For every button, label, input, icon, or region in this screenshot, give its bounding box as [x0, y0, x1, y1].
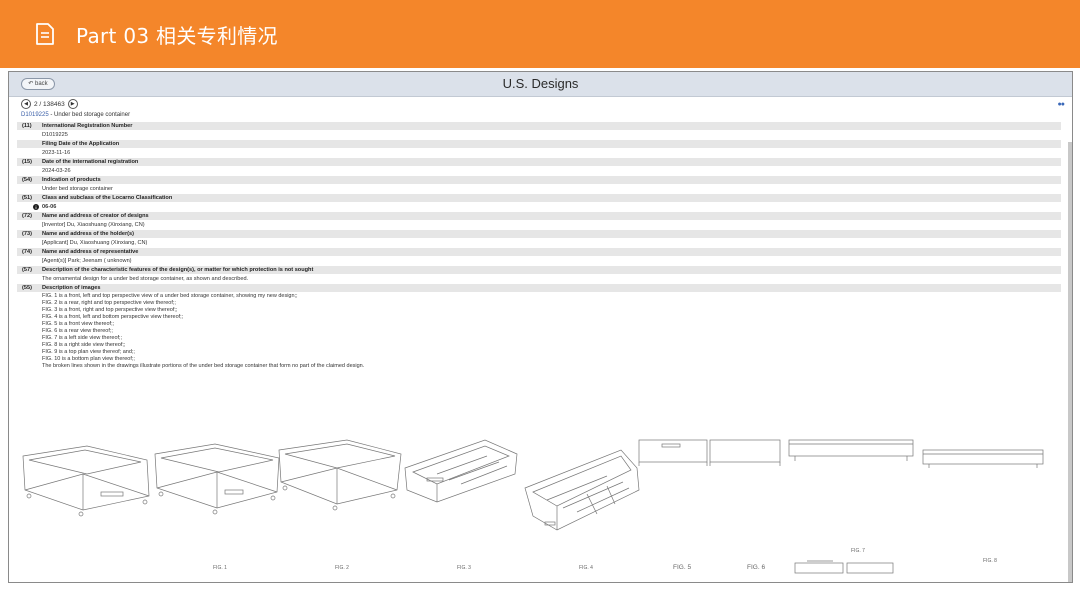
document-id-link[interactable]: D1019225	[21, 112, 49, 118]
field-registration-number: (11) International Registration Number D1…	[17, 122, 1061, 140]
figures-drawing	[22, 439, 1044, 574]
field-value: 2024-03-26	[42, 168, 71, 174]
scrollbar[interactable]	[1068, 142, 1072, 582]
field-label: Description of images	[42, 285, 101, 291]
fig-3-drawing	[278, 439, 402, 511]
viewer-header: ↶ back U.S. Designs	[9, 72, 1072, 97]
field-value: [Agent(s)] Park; Jeenam ( unknown)	[42, 258, 132, 264]
figure-label: FIG. 3	[457, 565, 471, 571]
field-label: International Registration Number	[42, 123, 133, 129]
field-code: (55)	[22, 285, 32, 291]
image-description-line: FIG. 2 is a rear, right and top perspect…	[42, 300, 176, 306]
fig-1-drawing	[22, 445, 150, 517]
figure-label: FIG. 7	[851, 548, 865, 554]
image-description-line: FIG. 4 is a front, left and bottom persp…	[42, 314, 184, 320]
chevron-right-icon[interactable]: ▶	[67, 99, 78, 109]
fig-2-drawing	[154, 443, 280, 515]
field-description-of-images: (55) Description of images FIG. 1 is a fr…	[17, 284, 1061, 370]
field-value: 2023-11-16	[42, 150, 71, 156]
field-value: The ornamental design for a under bed st…	[42, 276, 249, 282]
image-description-line: FIG. 3 is a front, right and top perspec…	[42, 307, 178, 313]
pager-text: 2 / 138463	[34, 100, 65, 108]
image-description-line: The broken lines shown in the drawings i…	[42, 363, 365, 369]
field-creator: (72) Name and address of creator of desig…	[17, 212, 1061, 230]
section-title: Part 03 相关专利情况	[76, 23, 278, 48]
figure-label: FIG. 8	[983, 558, 997, 564]
image-description-line: FIG. 7 is a left side view thereof;;	[42, 335, 123, 341]
field-label: Indication of products	[42, 177, 101, 183]
chevron-left-icon[interactable]: ◀	[21, 99, 31, 109]
image-description-line: FIG. 8 is a right side view thereof;;	[42, 342, 126, 348]
field-holder: (73) Name and address of the holder(s) [A…	[17, 230, 1061, 248]
field-label: Description of the characteristic featur…	[42, 267, 314, 273]
field-filing-date: Filing Date of the Application 2023-11-1…	[17, 140, 1061, 158]
field-characteristic-features: (57) Description of the characteristic fe…	[17, 266, 1061, 284]
pager: ◀ 2 / 138463 ▶	[21, 99, 78, 109]
image-description-line: FIG. 9 is a top plan view thereof; and;;	[42, 349, 135, 355]
field-code: (57)	[22, 267, 32, 273]
page-title: U.S. Designs	[502, 76, 579, 91]
fig-partial-drawing	[794, 560, 894, 574]
fig-5-drawing	[524, 449, 640, 531]
design-figures: FIG. 1 FIG. 2 FIG. 3 FIG. 4 FIG. 5 FIG. …	[17, 434, 1062, 582]
image-description-line: FIG. 5 is a front view thereof;;	[42, 321, 115, 327]
figure-label: FIG. 4	[579, 565, 593, 571]
field-representative: (74) Name and address of representative […	[17, 248, 1061, 266]
document-title-suffix: - Under bed storage container	[48, 112, 131, 118]
fig-6-drawing	[638, 439, 781, 466]
patent-viewer: ↶ back U.S. Designs ◀ 2 / 138463 ▶ ●● D1…	[8, 71, 1073, 583]
field-value: [Applicant] Du, Xiaoshuang (Xinxiang, CN…	[42, 240, 148, 246]
field-code: (15)	[22, 159, 32, 165]
figure-label: FIG. 5	[673, 564, 692, 571]
field-code: (11)	[22, 123, 32, 129]
field-value: [Inventor] Du, Xiaoshuang (Xinxiang, CN)	[42, 222, 145, 228]
fig-4-drawing	[404, 439, 518, 503]
field-value: Under bed storage container	[42, 186, 113, 192]
bibliographic-fields: (11) International Registration Number D1…	[17, 122, 1061, 370]
field-label: Name and address of representative	[42, 249, 139, 255]
field-code: (74)	[22, 249, 32, 255]
field-label: Filing Date of the Application	[42, 141, 120, 147]
field-indication-of-products: (54) Indication of products Under bed sto…	[17, 176, 1061, 194]
image-description-line: FIG. 6 is a rear view thereof;;	[42, 328, 113, 334]
image-description-line: FIG. 1 is a front, left and top perspect…	[42, 293, 298, 299]
field-locarno-class: (51) Class and subclass of the Locarno Cl…	[17, 194, 1061, 212]
ellipsis-icon[interactable]: ●●	[1058, 101, 1066, 108]
figure-label: FIG. 6	[747, 564, 766, 571]
field-code: (72)	[22, 213, 32, 219]
field-value: D1019225	[42, 132, 68, 138]
image-description-line: FIG. 10 is a bottom plan view thereof;;	[42, 356, 135, 362]
field-label: Name and address of creator of designs	[42, 213, 149, 219]
field-label: Date of the international registration	[42, 159, 139, 165]
figure-label: FIG. 1	[213, 565, 227, 571]
field-code: (54)	[22, 177, 32, 183]
field-registration-date: (15) Date of the international registrati…	[17, 158, 1061, 176]
field-label: Name and address of the holder(s)	[42, 231, 135, 237]
field-value: 06-06	[42, 204, 57, 210]
figure-label: FIG. 2	[335, 565, 349, 571]
image-description-list: FIG. 1 is a front, left and top perspect…	[17, 292, 1061, 370]
field-code: (51)	[22, 195, 32, 201]
document-icon	[34, 22, 56, 46]
document-title: D1019225 - Under bed storage container	[21, 112, 130, 118]
field-label: Class and subclass of the Locarno Classi…	[42, 195, 173, 201]
fig-7-drawing	[788, 439, 914, 461]
fig-8-drawing	[922, 449, 1044, 468]
info-icon[interactable]: i	[33, 204, 39, 210]
section-banner: Part 03 相关专利情况	[0, 0, 1080, 68]
field-code: (73)	[22, 231, 32, 237]
